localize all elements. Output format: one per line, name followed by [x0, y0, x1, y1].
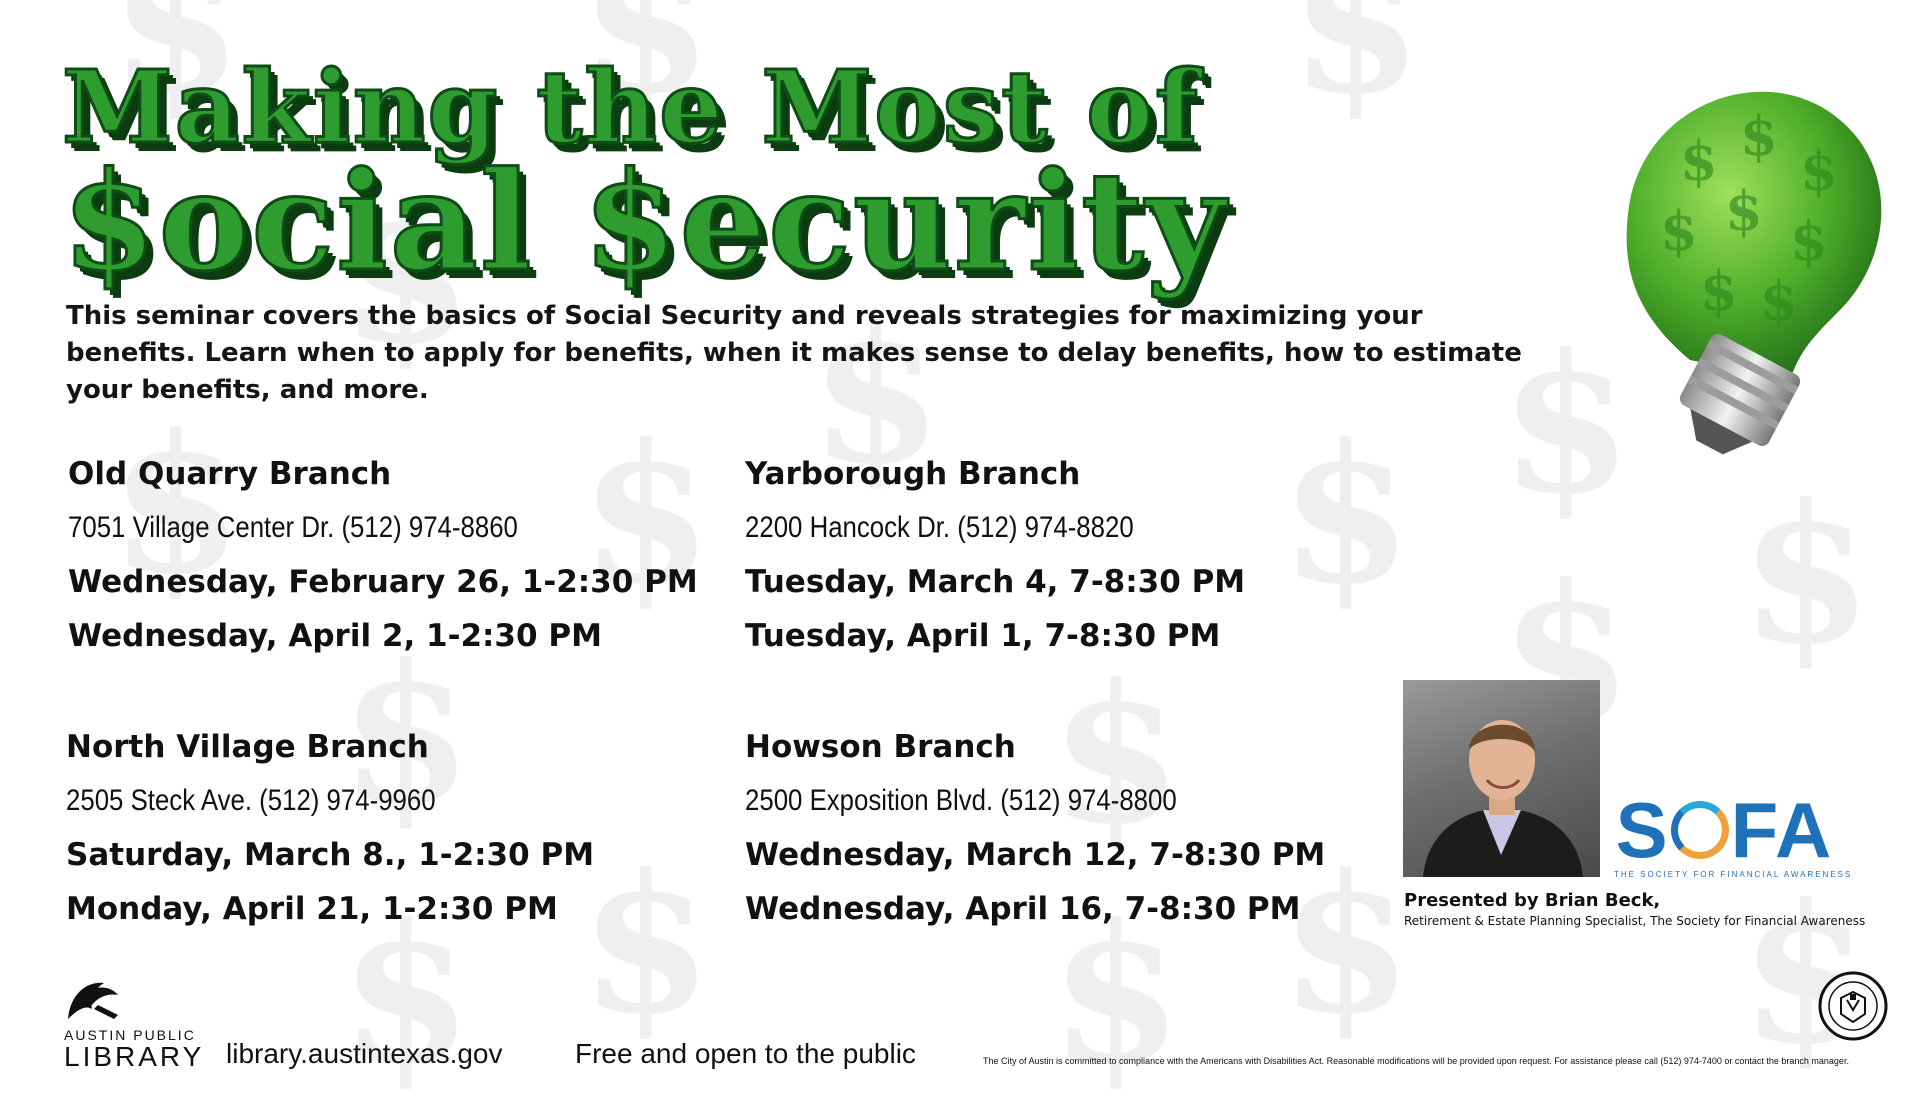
presenter-role: Retirement & Estate Planning Specialist,…	[1404, 914, 1866, 928]
branch-address: 2500 Exposition Blvd. (512) 974-8800	[745, 784, 1177, 817]
money-lightbulb-icon: $ $$ $ $ $ $ $	[1626, 91, 1882, 455]
library-name-line2: LIBRARY	[64, 1041, 205, 1072]
sofa-swirl-icon	[1670, 801, 1729, 859]
dollar-sign: $	[1740, 463, 1873, 686]
branch-name: Old Quarry Branch	[68, 456, 392, 492]
session-date: Tuesday, April 1, 7-8:30 PM	[745, 618, 1221, 654]
branch-yarborough: Yarborough Branch 2200 Hancock Dr. (512)…	[745, 454, 1405, 656]
svg-text:$: $	[1760, 269, 1798, 333]
branch-howson: Howson Branch 2500 Exposition Blvd. (512…	[745, 727, 1405, 929]
austin-library-logo: AUSTIN PUBLIC LIBRARY	[64, 975, 214, 1072]
seminar-description: This seminar covers the basics of Social…	[66, 301, 1522, 405]
austin-library-logo-icon	[68, 982, 118, 1019]
title-line-2: $ocial $ecurity	[61, 141, 1227, 304]
svg-text:$: $	[1725, 179, 1763, 243]
session-date: Tuesday, March 4, 7-8:30 PM	[745, 564, 1246, 600]
free-admission-note: Free and open to the public	[575, 1038, 916, 1069]
branch-name: Yarborough Branch	[745, 456, 1081, 492]
svg-text:$: $	[1800, 139, 1838, 203]
session-date: Saturday, March 8., 1-2:30 PM	[66, 837, 595, 873]
branch-address: 2505 Steck Ave. (512) 974-9960	[66, 784, 436, 817]
svg-text:$: $	[1660, 199, 1698, 263]
session-date: Wednesday, February 26, 1-2:30 PM	[68, 564, 698, 600]
dollar-sign: $	[1290, 0, 1423, 136]
branch-old-quarry: Old Quarry Branch 7051 Village Center Dr…	[68, 454, 728, 656]
branch-address: 7051 Village Center Dr. (512) 974-8860	[68, 511, 518, 544]
svg-text:$: $	[1700, 259, 1738, 323]
ada-notice: The City of Austin is committed to compl…	[983, 1056, 1849, 1066]
presenter-name: Presented by Brian Beck,	[1404, 890, 1661, 911]
session-date: Wednesday, March 12, 7-8:30 PM	[745, 837, 1326, 873]
branch-name: Howson Branch	[745, 729, 1016, 765]
branch-address: 2200 Hancock Dr. (512) 974-8820	[745, 511, 1134, 544]
session-date: Wednesday, April 2, 1-2:30 PM	[68, 618, 602, 654]
session-date: Wednesday, April 16, 7-8:30 PM	[745, 891, 1301, 927]
svg-text:$: $	[1740, 104, 1778, 168]
sofa-letter-s: S	[1615, 786, 1669, 874]
svg-text:$: $	[1790, 209, 1828, 273]
city-of-austin-seal-icon	[1818, 971, 1888, 1041]
sofa-letters-fa: FA	[1730, 786, 1833, 874]
library-website-link[interactable]: library.austintexas.gov	[226, 1038, 503, 1070]
sofa-tagline: The Society for Financial Awareness	[1614, 870, 1853, 879]
branch-north-village: North Village Branch 2505 Steck Ave. (51…	[66, 727, 726, 929]
session-date: Monday, April 21, 1-2:30 PM	[66, 891, 558, 927]
branch-name: North Village Branch	[66, 729, 429, 765]
presenter-photo	[1403, 680, 1600, 877]
sofa-logo: S FA The Society for Financial Awareness	[1614, 790, 1853, 880]
svg-text:$: $	[1680, 129, 1718, 193]
